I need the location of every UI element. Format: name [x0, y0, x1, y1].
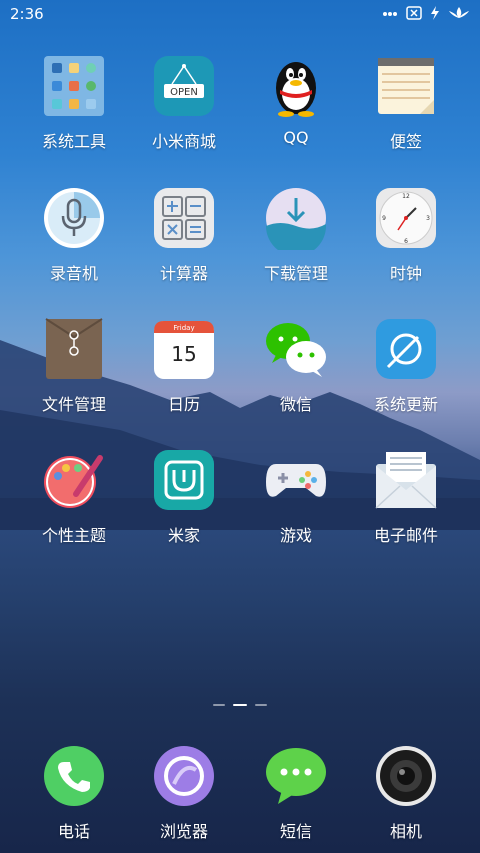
- dock-browser[interactable]: 浏览器: [129, 744, 239, 842]
- app-clock[interactable]: 12 3 6 9 时钟: [351, 186, 461, 284]
- app-label: 下载管理: [263, 264, 328, 283]
- recorder-microphone-icon: [44, 188, 104, 248]
- dock-phone[interactable]: 电话: [19, 744, 129, 842]
- app-email[interactable]: 电子邮件: [351, 448, 461, 546]
- svg-text:3: 3: [426, 215, 430, 222]
- app-qq[interactable]: QQ: [241, 54, 351, 147]
- qq-penguin-icon: [276, 62, 316, 117]
- app-system-update[interactable]: 系统更新: [351, 317, 461, 415]
- svg-text:9: 9: [382, 215, 386, 222]
- dock-messages[interactable]: 短信: [241, 744, 351, 842]
- more-dots-icon: [382, 5, 398, 24]
- camera-icon: [376, 746, 436, 806]
- page-indicator[interactable]: [0, 704, 480, 706]
- themes-palette-icon: [44, 455, 103, 508]
- games-controller-icon: [266, 464, 326, 497]
- mi-store-icon: OPEN: [154, 56, 214, 116]
- app-label: 便签: [389, 132, 422, 151]
- mi-home-icon: [154, 450, 214, 510]
- app-label: QQ: [283, 128, 309, 147]
- dock-camera[interactable]: 相机: [351, 744, 461, 842]
- page-dot: [255, 704, 267, 706]
- app-label: 浏览器: [159, 822, 208, 841]
- app-file-manager[interactable]: 文件管理: [19, 317, 129, 415]
- app-recorder[interactable]: 录音机: [19, 186, 129, 284]
- app-label: 游戏: [279, 526, 312, 545]
- app-label: 文件管理: [41, 395, 106, 414]
- calendar-day-number: 15: [171, 342, 196, 366]
- clock-icon: 12 3 6 9: [376, 188, 436, 248]
- file-manager-envelope-icon: [45, 318, 103, 379]
- app-label: 计算器: [159, 264, 208, 283]
- battery-x-icon: [406, 5, 422, 24]
- svg-text:6: 6: [404, 238, 408, 245]
- app-label: 时钟: [389, 264, 422, 283]
- lotus-icon: [448, 5, 470, 24]
- app-games[interactable]: 游戏: [241, 448, 351, 546]
- email-envelope-icon: [375, 452, 437, 509]
- system-tools-folder-icon: [44, 56, 104, 116]
- status-time: 2:36: [10, 5, 44, 23]
- download-manager-icon: [266, 188, 326, 250]
- app-label: 微信: [279, 395, 312, 414]
- messages-icon: [266, 748, 326, 804]
- page-dot-active: [233, 704, 247, 706]
- app-label: 电子邮件: [373, 526, 438, 545]
- app-label: 个性主题: [41, 526, 106, 545]
- app-label: 日历: [167, 395, 200, 414]
- calendar-day-name: Friday: [173, 324, 194, 332]
- charging-bolt-icon: [430, 5, 440, 24]
- system-update-icon: [376, 319, 436, 379]
- app-label: 米家: [167, 526, 200, 545]
- app-mi-home[interactable]: 米家: [129, 448, 239, 546]
- phone-icon: [44, 746, 104, 806]
- app-download-manager[interactable]: 下载管理: [241, 186, 351, 284]
- browser-icon: [154, 746, 214, 806]
- app-notes[interactable]: 便签: [351, 54, 461, 152]
- page-dot: [213, 704, 225, 706]
- status-bar: 2:36: [0, 0, 480, 28]
- app-label: 系统工具: [41, 132, 106, 151]
- app-label: 电话: [57, 822, 90, 841]
- app-label: 短信: [279, 822, 312, 841]
- app-mi-store[interactable]: OPEN 小米商城: [129, 54, 239, 152]
- app-label: 相机: [389, 822, 422, 841]
- open-sign-text: OPEN: [170, 87, 198, 98]
- app-system-tools[interactable]: 系统工具: [19, 54, 129, 152]
- app-wechat[interactable]: 微信: [241, 317, 351, 415]
- app-calendar[interactable]: Friday 15 日历: [129, 317, 239, 415]
- app-label: 小米商城: [151, 132, 216, 151]
- svg-text:12: 12: [402, 193, 410, 200]
- wechat-icon: [266, 323, 326, 377]
- app-label: 录音机: [49, 264, 98, 283]
- calendar-icon: Friday 15: [154, 321, 214, 379]
- app-calculator[interactable]: 计算器: [129, 186, 239, 284]
- app-themes[interactable]: 个性主题: [19, 448, 129, 546]
- notes-icon: [378, 58, 434, 114]
- app-label: 系统更新: [373, 395, 438, 414]
- calculator-icon: [154, 188, 214, 248]
